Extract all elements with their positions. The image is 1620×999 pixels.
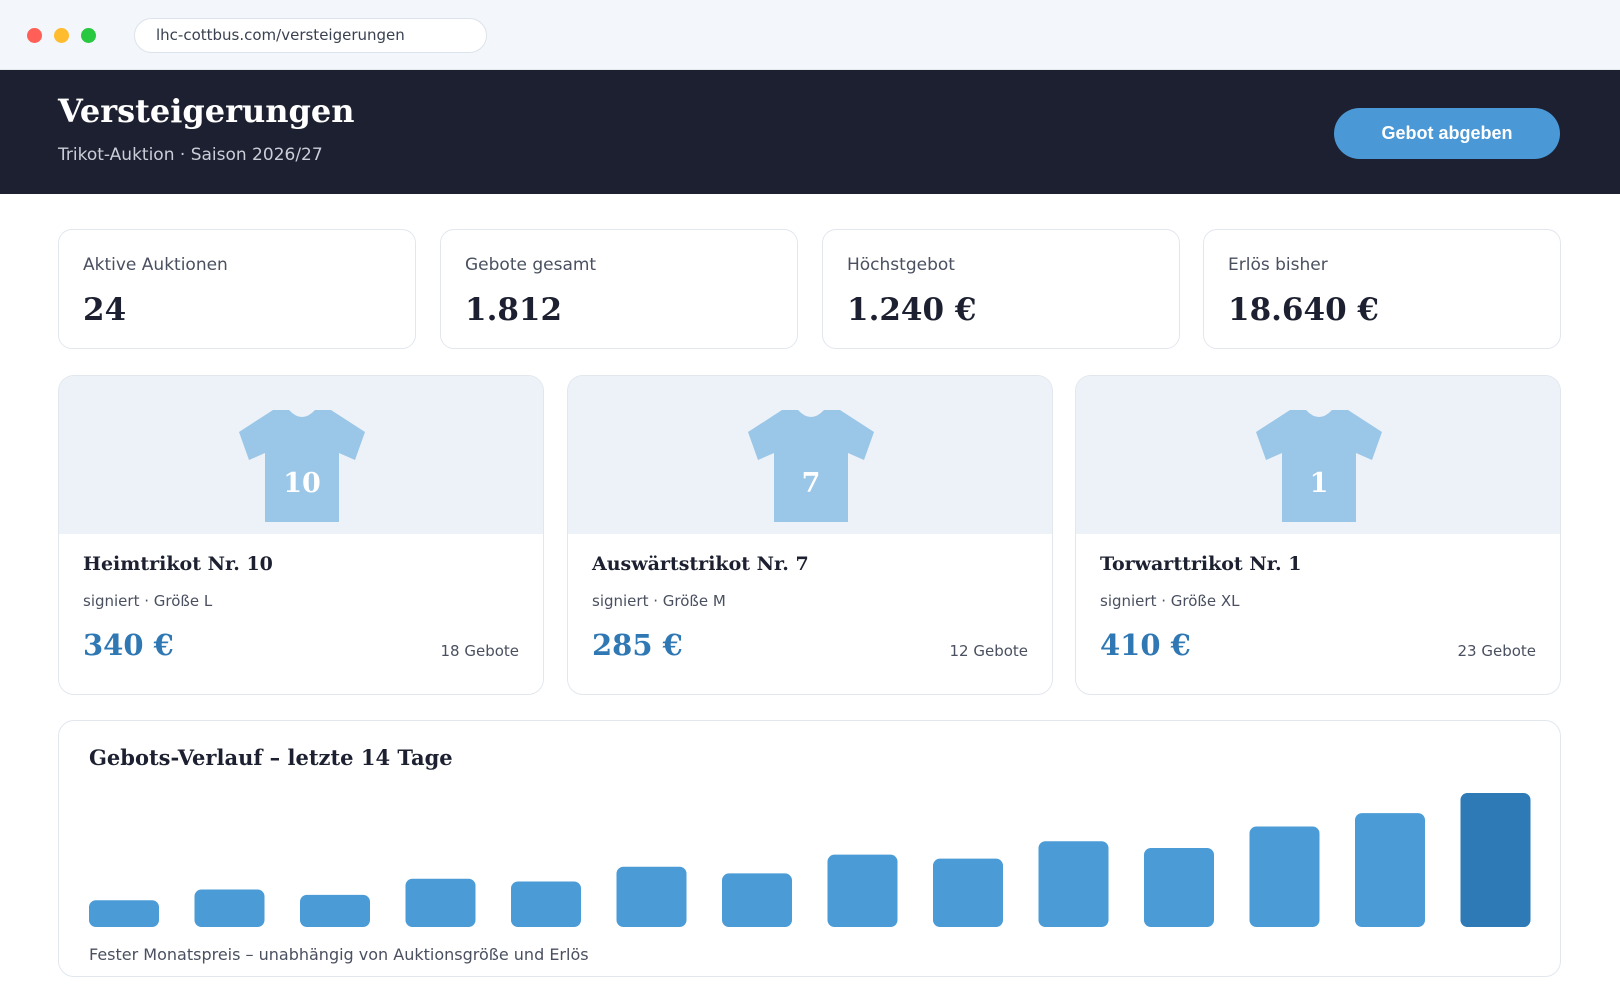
item-details: signiert · Größe XL <box>1100 592 1240 610</box>
chart-bar-day-4 <box>405 878 476 927</box>
stat-card-active-auctions: Aktive Auktionen 24 <box>58 229 416 349</box>
page-subtitle: Trikot-Auktion · Saison 2026/27 <box>58 145 323 165</box>
stat-card-revenue: Erlös bisher 18.640 € <box>1203 229 1561 349</box>
stat-value: 1.240 € <box>847 292 977 328</box>
current-price: 340 € <box>83 628 174 662</box>
stat-label: Höchstgebot <box>847 255 955 275</box>
jersey-icon: 7 <box>748 410 874 522</box>
chart-bar-day-8 <box>827 854 898 927</box>
minimize-window-dot[interactable] <box>54 28 69 43</box>
item-title: Heimtrikot Nr. 10 <box>83 553 273 575</box>
chart-title: Gebots-Verlauf – letzte 14 Tage <box>89 745 453 770</box>
stat-label: Aktive Auktionen <box>83 255 228 275</box>
jersey-image: 1 <box>1076 376 1560 534</box>
chart-bar-day-6 <box>616 866 687 927</box>
chart-bar-day-12 <box>1249 826 1320 927</box>
jersey-icon: 1 <box>1256 410 1382 522</box>
stat-value: 24 <box>83 292 127 328</box>
item-details: signiert · Größe L <box>83 592 213 610</box>
chart-bar-day-1 <box>89 900 159 927</box>
jersey-number: 10 <box>283 468 321 499</box>
chart-bar-day-10 <box>1038 841 1109 927</box>
chart-bar-day-14 <box>1460 793 1531 927</box>
jersey-image: 10 <box>59 376 543 534</box>
jersey-number: 7 <box>802 468 821 499</box>
stat-card-total-bids: Gebote gesamt 1.812 <box>440 229 798 349</box>
stat-card-highest-bid: Höchstgebot 1.240 € <box>822 229 1180 349</box>
item-title: Torwarttrikot Nr. 1 <box>1100 553 1302 575</box>
chart-bar-day-3 <box>300 894 370 927</box>
item-title: Auswärtstrikot Nr. 7 <box>592 553 809 575</box>
chart-bar-day-9 <box>933 858 1003 927</box>
bid-count: 12 Gebote <box>949 642 1028 660</box>
stat-label: Gebote gesamt <box>465 255 597 275</box>
current-price: 410 € <box>1100 628 1191 662</box>
browser-chrome: lhc-cottbus.com/versteigerungen <box>0 0 1620 70</box>
current-price: 285 € <box>592 628 683 662</box>
close-window-dot[interactable] <box>27 28 42 43</box>
stat-label: Erlös bisher <box>1228 255 1328 275</box>
jersey-image: 7 <box>568 376 1052 534</box>
bid-count: 18 Gebote <box>440 642 519 660</box>
bid-count: 23 Gebote <box>1457 642 1536 660</box>
jersey-number: 1 <box>1310 468 1329 499</box>
address-bar[interactable]: lhc-cottbus.com/versteigerungen <box>134 18 487 53</box>
chart-bar-day-5 <box>511 881 581 927</box>
chart-bar-day-13 <box>1355 813 1425 927</box>
place-bid-button[interactable]: Gebot abgeben <box>1334 108 1560 159</box>
item-details: signiert · Größe M <box>592 592 726 610</box>
page-title: Versteigerungen <box>58 92 355 130</box>
chart-footnote: Fester Monatspreis – unabhängig von Aukt… <box>89 945 589 964</box>
auction-card-away-jersey[interactable]: 7 Auswärtstrikot Nr. 7 signiert · Größe … <box>567 375 1053 695</box>
bid-history-chart-card: Gebots-Verlauf – letzte 14 Tage Fester M… <box>58 720 1561 977</box>
auction-card-home-jersey[interactable]: 10 Heimtrikot Nr. 10 signiert · Größe L … <box>58 375 544 695</box>
chart-bar-day-2 <box>194 889 265 927</box>
chart-bar-day-11 <box>1144 847 1214 927</box>
chart-bar-day-7 <box>722 873 792 927</box>
maximize-window-dot[interactable] <box>81 28 96 43</box>
jersey-icon: 10 <box>239 410 365 522</box>
auction-card-goalkeeper-jersey[interactable]: 1 Torwarttrikot Nr. 1 signiert · Größe X… <box>1075 375 1561 695</box>
stat-value: 18.640 € <box>1228 292 1380 328</box>
stat-value: 1.812 <box>465 292 563 328</box>
page-header: Versteigerungen Trikot-Auktion · Saison … <box>0 70 1620 194</box>
